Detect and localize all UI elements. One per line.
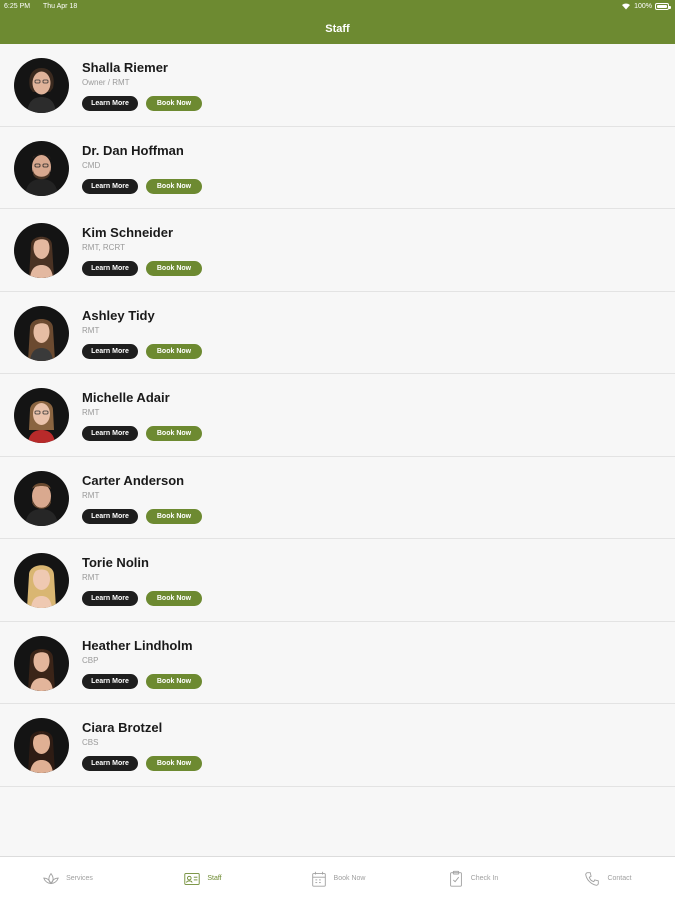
status-indicators: 100% <box>621 2 671 10</box>
staff-name: Michelle Adair <box>82 390 170 405</box>
staff-avatar <box>14 553 69 608</box>
book-now-button[interactable]: Book Now <box>146 96 202 111</box>
tab-label: Contact <box>607 875 632 882</box>
staff-credential: RMT <box>82 573 100 582</box>
staff-credential: RMT, RCRT <box>82 243 125 252</box>
tab-label: Staff <box>207 875 222 882</box>
staff-row: Carter Anderson RMT Learn More Book Now <box>0 457 675 539</box>
learn-more-button[interactable]: Learn More <box>82 261 138 276</box>
book-now-button[interactable]: Book Now <box>146 261 202 276</box>
staff-name: Carter Anderson <box>82 472 185 488</box>
phone-icon <box>585 871 600 886</box>
staff-list: Shalla Riemer Owner / RMT Learn More Boo… <box>0 44 675 787</box>
learn-more-button[interactable]: Learn More <box>82 508 138 524</box>
status-date: Thu Apr 18 <box>43 3 78 10</box>
staff-avatar <box>14 58 69 113</box>
staff-credential: RMT <box>82 325 100 335</box>
staff-row: Ashley Tidy RMT Learn More Book Now <box>0 292 675 374</box>
staff-row: Torie Nolin RMT Learn More Book Now <box>0 539 675 622</box>
page-title: Staff <box>325 23 350 35</box>
staff-credential: CBS <box>82 738 99 747</box>
staff-avatar <box>14 305 69 361</box>
calendar-icon <box>311 871 326 887</box>
staff-credential: RMT <box>82 408 100 417</box>
staff-row: Shalla Riemer Owner / RMT Learn More Boo… <box>0 44 675 127</box>
book-now-button[interactable]: Book Now <box>146 591 202 606</box>
wifi-icon <box>622 3 631 10</box>
status-time: 6:25 PM <box>4 3 31 10</box>
learn-more-button[interactable]: Learn More <box>82 591 138 606</box>
staff-avatar <box>14 635 69 691</box>
learn-more-button[interactable]: Learn More <box>82 178 138 194</box>
battery-icon <box>655 2 671 10</box>
staff-name: Heather Lindholm <box>82 637 193 653</box>
staff-row: Ciara Brotzel CBS Learn More Book Now <box>0 704 675 787</box>
staff-name: Ciara Brotzel <box>82 720 163 735</box>
book-now-button[interactable]: Book Now <box>146 756 202 771</box>
staff-row: Dr. Dan Hoffman CMD Learn More Book Now <box>0 127 675 209</box>
tab-services[interactable]: Services <box>0 857 135 900</box>
bottom-tab-bar: Services Staff Book Now Check In Contact <box>0 856 675 900</box>
id-card-icon <box>184 872 201 885</box>
staff-avatar <box>14 140 69 196</box>
tab-contact[interactable]: Contact <box>540 857 675 900</box>
learn-more-button[interactable]: Learn More <box>82 756 138 771</box>
staff-credential: RMT <box>82 490 100 500</box>
staff-avatar <box>14 223 69 278</box>
app-header: 6:25 PM Thu Apr 18 100% Staff <box>0 0 675 44</box>
book-now-button[interactable]: Book Now <box>146 178 202 194</box>
tab-staff[interactable]: Staff <box>135 857 270 900</box>
book-now-button[interactable]: Book Now <box>146 426 202 441</box>
checklist-icon <box>449 870 462 887</box>
staff-name: Dr. Dan Hoffman <box>82 142 184 158</box>
staff-credential: CBP <box>82 655 99 665</box>
staff-name: Kim Schneider <box>82 225 174 240</box>
lotus-icon <box>43 872 59 884</box>
staff-credential: Owner / RMT <box>82 78 130 87</box>
staff-avatar <box>14 718 69 773</box>
staff-row: Kim Schneider RMT, RCRT Learn More Book … <box>0 209 675 292</box>
book-now-button[interactable]: Book Now <box>146 508 202 524</box>
learn-more-button[interactable]: Learn More <box>82 426 138 441</box>
staff-name: Ashley Tidy <box>82 307 155 323</box>
battery-percent: 100% <box>634 2 652 10</box>
staff-name: Shalla Riemer <box>82 60 168 75</box>
tab-check-in[interactable]: Check In <box>405 857 540 900</box>
staff-credential: CMD <box>82 160 101 170</box>
learn-more-button[interactable]: Learn More <box>82 343 138 359</box>
book-now-button[interactable]: Book Now <box>146 343 202 359</box>
tab-label: Check In <box>470 875 499 882</box>
staff-row: Michelle Adair RMT Learn More Book Now <box>0 374 675 457</box>
book-now-button[interactable]: Book Now <box>146 673 202 689</box>
staff-avatar <box>14 388 69 443</box>
tab-book-now[interactable]: Book Now <box>270 857 405 900</box>
tab-label: Book Now <box>333 875 366 882</box>
staff-row: Heather Lindholm CBP Learn More Book Now <box>0 622 675 704</box>
staff-name: Torie Nolin <box>82 555 149 570</box>
learn-more-button[interactable]: Learn More <box>82 673 138 689</box>
staff-avatar <box>14 470 69 526</box>
tab-label: Services <box>66 875 93 882</box>
learn-more-button[interactable]: Learn More <box>82 96 138 111</box>
